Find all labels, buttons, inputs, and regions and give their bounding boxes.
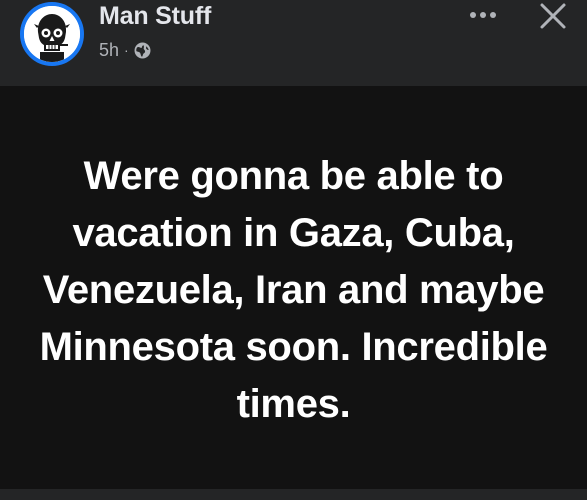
post-text-canvas: Were gonna be able to vacation in Gaza, …: [0, 86, 587, 489]
post-header: Man Stuff 5h ·: [0, 0, 587, 86]
avatar[interactable]: [20, 2, 84, 66]
meta-separator: ·: [124, 42, 129, 58]
close-icon: [540, 3, 566, 29]
post-text: Were gonna be able to vacation in Gaza, …: [39, 153, 548, 426]
post-timestamp[interactable]: 5h: [99, 40, 119, 61]
author-name[interactable]: Man Stuff: [99, 2, 211, 31]
skull-avatar-icon: [24, 6, 80, 62]
post-footer: [0, 489, 587, 500]
close-button[interactable]: [535, 0, 571, 32]
globe-icon[interactable]: [134, 42, 151, 59]
post-meta: 5h ·: [99, 39, 151, 61]
more-options-button[interactable]: [463, 0, 503, 30]
more-horizontal-icon: [470, 12, 496, 18]
